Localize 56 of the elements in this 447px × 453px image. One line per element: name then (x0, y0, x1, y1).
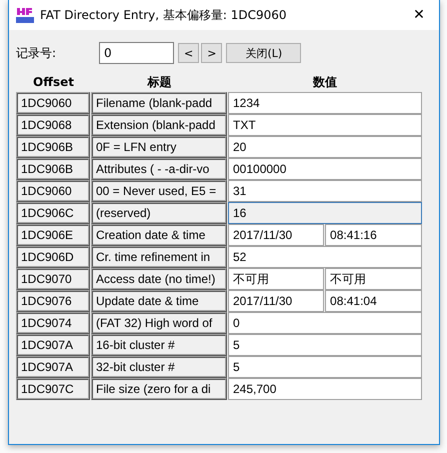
offset-cell: 1DC9060 (16, 180, 90, 202)
value-field[interactable]: 16 (228, 202, 422, 224)
title-cell: 32-bit cluster # (91, 356, 227, 378)
value-field[interactable]: 245,700 (228, 378, 422, 400)
close-button[interactable]: ✕ (399, 0, 439, 30)
title-cell: Extension (blank-padd (91, 114, 227, 136)
offset-cell: 1DC907A (16, 334, 90, 356)
value-field[interactable]: 2017/11/30 (228, 290, 324, 312)
hex-logo-icon (16, 7, 34, 23)
value-field[interactable]: 不可用 (228, 268, 324, 290)
value-field[interactable]: 不可用 (325, 268, 422, 290)
next-button[interactable]: > (201, 43, 222, 63)
column-header: 标题 (146, 74, 172, 91)
value-field[interactable]: 2017/11/30 (228, 224, 324, 246)
offset-cell: 1DC9068 (16, 114, 90, 136)
value-field[interactable]: 00100000 (228, 158, 422, 180)
window-title: FAT Directory Entry, 基本偏移量: 1DC9060 (40, 6, 288, 24)
title-cell: Creation date & time (91, 224, 227, 246)
value-field[interactable]: 31 (228, 180, 422, 202)
title-cell: Attributes ( - -a-dir-vo (91, 158, 227, 180)
value-field[interactable]: 08:41:16 (325, 224, 422, 246)
column-header: 数值 (312, 74, 338, 91)
value-field[interactable]: 5 (228, 334, 422, 356)
offset-cell: 1DC906C (16, 202, 90, 224)
offset-cell: 1DC9060 (16, 92, 90, 114)
value-field[interactable]: 1234 (228, 92, 422, 114)
offset-cell: 1DC9074 (16, 312, 90, 334)
record-label: 记录号: (16, 44, 58, 62)
offset-cell: 1DC9076 (16, 290, 90, 312)
offset-cell: 1DC906D (16, 246, 90, 268)
title-cell: Update date & time (91, 290, 227, 312)
title-cell: Filename (blank-padd (91, 92, 227, 114)
title-cell: (reserved) (91, 202, 227, 224)
value-field[interactable]: 0 (228, 312, 422, 334)
value-field[interactable]: 5 (228, 356, 422, 378)
title-cell: File size (zero for a di (91, 378, 227, 400)
offset-cell: 1DC9070 (16, 268, 90, 290)
title-cell: 0F = LFN entry (91, 136, 227, 158)
title-cell: 00 = Never used, E5 = (91, 180, 227, 202)
previous-button[interactable]: < (178, 43, 200, 63)
offset-cell: 1DC906B (16, 136, 90, 158)
title-cell: 16-bit cluster # (91, 334, 227, 356)
value-field[interactable]: 52 (228, 246, 422, 268)
offset-cell: 1DC906E (16, 224, 90, 246)
offset-cell: 1DC907C (16, 378, 90, 400)
value-field[interactable]: 08:41:04 (325, 290, 422, 312)
value-field[interactable]: 20 (228, 136, 422, 158)
close-dialog-button[interactable]: 关闭(L) (226, 43, 302, 63)
value-field[interactable]: TXT (228, 114, 422, 136)
title-cell: Cr. time refinement in (91, 246, 227, 268)
offset-cell: 1DC907A (16, 356, 90, 378)
column-header: Offset (32, 74, 75, 91)
record-field[interactable]: 0 (99, 42, 174, 64)
title-cell: Access date (no time!) (91, 268, 227, 290)
offset-cell: 1DC906B (16, 158, 90, 180)
title-cell: (FAT 32) High word of (91, 312, 227, 334)
